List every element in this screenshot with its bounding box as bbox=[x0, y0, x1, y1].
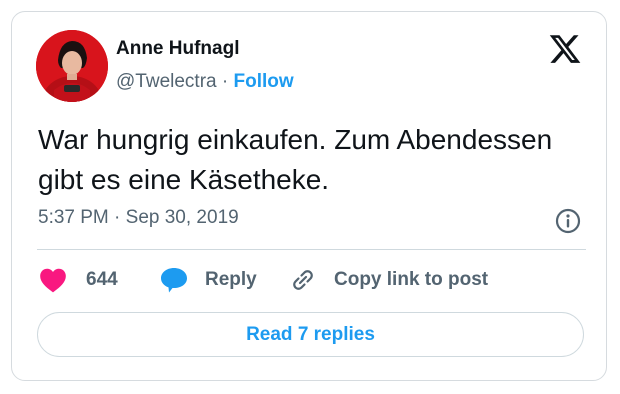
action-bar: 644 Reply Copy link to post bbox=[12, 262, 606, 298]
info-icon[interactable] bbox=[555, 208, 581, 234]
x-logo-icon[interactable] bbox=[548, 32, 582, 66]
tweet-date[interactable]: Sep 30, 2019 bbox=[126, 207, 239, 228]
handle-separator: · bbox=[221, 71, 229, 92]
read-replies-button[interactable]: Read 7 replies bbox=[37, 312, 584, 357]
date-separator: · bbox=[114, 207, 121, 228]
avatar[interactable] bbox=[36, 30, 108, 102]
link-icon bbox=[293, 270, 313, 290]
speech-bubble-icon bbox=[161, 268, 187, 293]
author-name[interactable]: Anne Hufnagl bbox=[116, 38, 240, 60]
reply-button[interactable]: Reply bbox=[159, 262, 257, 298]
like-count: 644 bbox=[86, 269, 118, 290]
copy-link-button[interactable]: Copy link to post bbox=[289, 262, 488, 298]
divider bbox=[37, 249, 586, 250]
tweet-time[interactable]: 5:37 PM bbox=[38, 207, 109, 228]
tweet-text: War hungrig einkaufen. Zum Abendessen gi… bbox=[38, 120, 588, 200]
author-handle-row: @Twelectra · Follow bbox=[116, 71, 294, 93]
read-replies-label: Read 7 replies bbox=[246, 323, 375, 345]
author-handle[interactable]: @Twelectra bbox=[116, 71, 217, 92]
tweet-timestamp[interactable]: 5:37 PM · Sep 30, 2019 bbox=[38, 207, 239, 229]
tweet-embed-card: Anne Hufnagl @Twelectra · Follow War hun… bbox=[11, 11, 607, 381]
like-button[interactable]: 644 bbox=[39, 262, 118, 298]
profile-photo bbox=[36, 30, 108, 102]
copy-link-label: Copy link to post bbox=[334, 269, 489, 290]
follow-button[interactable]: Follow bbox=[234, 71, 294, 92]
heart-icon bbox=[40, 268, 66, 293]
reply-label: Reply bbox=[205, 269, 257, 290]
tweet-text-line: War hungrig einkaufen. Zum Abendessen bbox=[38, 124, 553, 155]
tweet-text-line: gibt es eine Käsetheke. bbox=[38, 164, 330, 195]
